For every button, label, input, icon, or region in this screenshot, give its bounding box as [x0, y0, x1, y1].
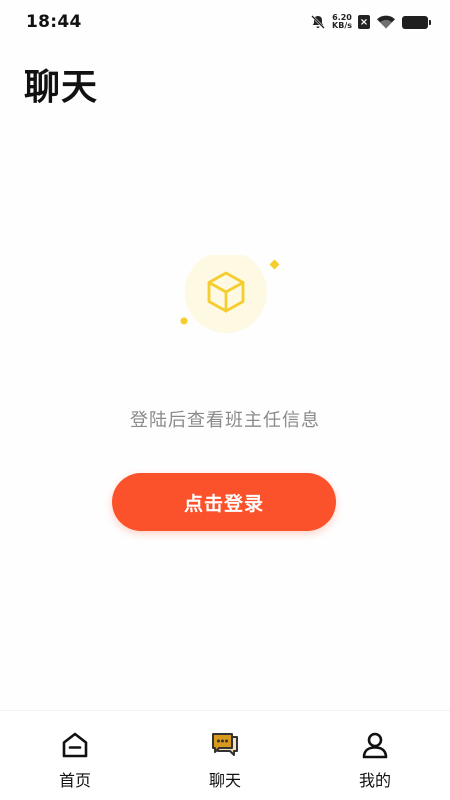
nav-label-profile: 我的: [358, 771, 391, 790]
close-box-icon: ×: [358, 15, 370, 29]
profile-icon: [362, 732, 388, 759]
status-icons: 6.20 KB/s ×: [310, 14, 431, 30]
nav-item-chat[interactable]: 聊天: [170, 711, 280, 800]
nav-label-home: 首页: [58, 771, 91, 790]
page-title: 聊天: [24, 67, 99, 108]
status-time: 18:44: [26, 12, 82, 32]
wifi-icon: [377, 15, 395, 29]
chat-icon: [212, 733, 238, 756]
status-bar: 18:44 6.20 KB/s ×: [0, 0, 450, 44]
empty-state-message: 登陆后查看班主任信息: [130, 410, 320, 431]
nav-label-chat: 聊天: [208, 771, 241, 790]
bell-muted-icon: [311, 15, 325, 29]
nav-item-profile[interactable]: 我的: [320, 711, 430, 800]
network-speed-unit: KB/s: [332, 21, 352, 30]
login-button[interactable]: 点击登录: [112, 473, 336, 531]
battery-icon: [402, 15, 431, 29]
network-speed: 6.20 KB/s: [332, 14, 352, 30]
bottom-nav: 首页 聊天 我的: [0, 710, 450, 800]
home-icon: [62, 732, 88, 758]
nav-item-home[interactable]: 首页: [20, 711, 130, 800]
chat-screen: 18:44 6.20 KB/s × 聊天 登陆后查看班主任信息 点击登录 首页 …: [0, 0, 450, 800]
cube-icon: [180, 255, 280, 333]
